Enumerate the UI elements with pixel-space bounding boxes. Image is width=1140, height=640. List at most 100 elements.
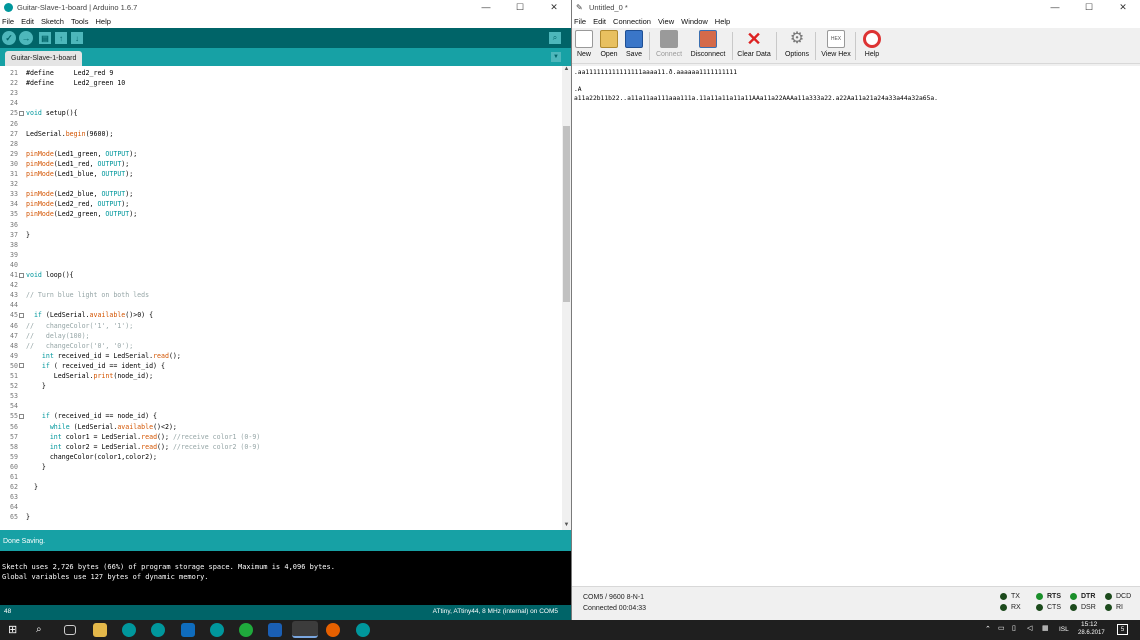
maximize-button[interactable]: ☐ bbox=[503, 0, 537, 14]
code-line[interactable]: 53 bbox=[0, 391, 26, 401]
windows-start-icon[interactable]: ⊞ bbox=[8, 623, 22, 637]
outlook-icon[interactable] bbox=[181, 623, 195, 637]
code-line[interactable]: 57 int color1 = LedSerial.read(); //rece… bbox=[0, 432, 260, 442]
sketch-tab[interactable]: Guitar-Slave-1-board bbox=[5, 51, 83, 66]
code-line[interactable]: 33 pinMode(Led2_blue, OUTPUT); bbox=[0, 189, 133, 199]
keyboard-icon[interactable]: ▦ bbox=[1042, 624, 1049, 632]
save-sketch-button[interactable]: ↓ bbox=[71, 32, 83, 44]
view-hex-button[interactable]: HEX View Hex bbox=[820, 30, 852, 58]
code-line[interactable]: 38 bbox=[0, 240, 26, 250]
code-editor[interactable]: 21 #define Led2_red 9 22 #define Led2_green… bbox=[0, 66, 571, 530]
coolterm-taskbar-icon[interactable] bbox=[292, 621, 318, 638]
coolterm-titlebar[interactable]: ✎ Untitled_0 * — ☐ ✕ bbox=[572, 0, 1140, 14]
code-line[interactable]: 50 if ( received_id == ident_id) { bbox=[0, 361, 165, 371]
terminal-output[interactable]: .aa111111111111111aaaa11.ð.aaaaaa1111111… bbox=[572, 66, 1140, 586]
code-line[interactable]: 42 bbox=[0, 280, 26, 290]
app-icon[interactable] bbox=[268, 623, 282, 637]
file-explorer-icon[interactable] bbox=[93, 623, 107, 637]
hangouts-icon[interactable] bbox=[239, 623, 253, 637]
code-line[interactable]: 56 while (LedSerial.available()<2); bbox=[0, 422, 177, 432]
code-line[interactable]: 58 int color2 = LedSerial.read(); //rece… bbox=[0, 442, 260, 452]
code-line[interactable]: 35 pinMode(Led2_green, OUTPUT); bbox=[0, 209, 137, 219]
code-line[interactable]: 37} bbox=[0, 230, 30, 240]
scroll-up-arrow[interactable]: ▲ bbox=[563, 66, 570, 74]
editor-scrollbar[interactable]: ▲ ▼ bbox=[562, 66, 571, 530]
arduino-taskbar-icon[interactable] bbox=[210, 623, 224, 637]
menu-edit[interactable]: Edit bbox=[21, 17, 38, 26]
menu-connection[interactable]: Connection bbox=[613, 17, 655, 26]
rts-indicator[interactable]: RTS bbox=[1036, 593, 1061, 600]
clear-data-button[interactable]: ✕ Clear Data bbox=[736, 30, 772, 58]
code-line[interactable]: 26 bbox=[0, 119, 26, 129]
code-line[interactable]: 29 pinMode(Led1_green, OUTPUT); bbox=[0, 149, 137, 159]
save-button[interactable]: Save bbox=[624, 30, 644, 58]
search-icon[interactable]: ⌕ bbox=[36, 623, 50, 637]
connect-button[interactable]: Connect bbox=[654, 30, 684, 58]
task-view-icon[interactable] bbox=[64, 625, 76, 635]
minimize-button[interactable]: — bbox=[469, 0, 503, 14]
arduino-taskbar-icon[interactable] bbox=[122, 623, 136, 637]
code-line[interactable]: 62 } bbox=[0, 482, 38, 492]
options-button[interactable]: ⚙ Options bbox=[782, 30, 812, 58]
code-line[interactable]: 40 bbox=[0, 260, 26, 270]
maximize-button[interactable]: ☐ bbox=[1072, 0, 1106, 14]
code-line[interactable]: 30 pinMode(Led1_red, OUTPUT); bbox=[0, 159, 129, 169]
menu-edit[interactable]: Edit bbox=[593, 17, 610, 26]
upload-button[interactable]: → bbox=[19, 31, 33, 45]
firefox-icon[interactable] bbox=[326, 623, 340, 637]
menu-file[interactable]: File bbox=[2, 17, 18, 26]
code-line[interactable]: 52 } bbox=[0, 381, 46, 391]
menu-tools[interactable]: Tools bbox=[71, 17, 93, 26]
fold-toggle-icon[interactable] bbox=[19, 413, 24, 419]
new-button[interactable]: New bbox=[574, 30, 594, 58]
code-line[interactable]: 65} bbox=[0, 512, 30, 522]
open-sketch-button[interactable]: ↑ bbox=[55, 32, 67, 44]
menu-window[interactable]: Window bbox=[681, 17, 712, 26]
code-line[interactable]: 28 bbox=[0, 139, 26, 149]
fold-toggle-icon[interactable] bbox=[19, 312, 24, 318]
arduino-titlebar[interactable]: Guitar-Slave-1-board | Arduino 1.6.7 — ☐… bbox=[0, 0, 571, 14]
disconnect-button[interactable]: Disconnect bbox=[688, 30, 728, 58]
fold-toggle-icon[interactable] bbox=[19, 110, 24, 116]
tab-menu-button[interactable]: ▼ bbox=[551, 52, 561, 62]
open-button[interactable]: Open bbox=[597, 30, 621, 58]
clock-time[interactable]: 15:12 bbox=[1081, 621, 1097, 628]
code-line[interactable]: 54 bbox=[0, 401, 26, 411]
code-line[interactable]: 25 void setup(){ bbox=[0, 108, 78, 118]
code-line[interactable]: 36 bbox=[0, 220, 26, 230]
menu-file[interactable]: File bbox=[574, 17, 590, 26]
notification-center-icon[interactable]: 5 bbox=[1117, 624, 1128, 635]
menu-help[interactable]: Help bbox=[95, 17, 114, 26]
scroll-down-arrow[interactable]: ▼ bbox=[563, 522, 570, 530]
menu-sketch[interactable]: Sketch bbox=[41, 17, 68, 26]
code-line[interactable]: 59 changeColor(color1,color2); bbox=[0, 452, 157, 462]
code-line[interactable]: 44 bbox=[0, 300, 26, 310]
code-line[interactable]: 60 } bbox=[0, 462, 46, 472]
clock-date[interactable]: 28.6.2017 bbox=[1078, 630, 1105, 636]
code-line[interactable]: 27 LedSerial.begin(9600); bbox=[0, 129, 113, 139]
fold-toggle-icon[interactable] bbox=[19, 363, 24, 369]
code-line[interactable]: 46 // changeColor('1', '1'); bbox=[0, 321, 133, 331]
volume-icon[interactable]: ◁ bbox=[1027, 624, 1032, 632]
code-line[interactable]: 32 bbox=[0, 179, 26, 189]
code-line[interactable]: 43 // Turn blue light on both leds bbox=[0, 290, 149, 300]
code-line[interactable]: 63 bbox=[0, 492, 26, 502]
menu-view[interactable]: View bbox=[658, 17, 678, 26]
code-line[interactable]: 61 bbox=[0, 472, 26, 482]
arduino-taskbar-icon[interactable] bbox=[151, 623, 165, 637]
code-line[interactable]: 21 #define Led2_red 9 bbox=[0, 68, 113, 78]
code-line[interactable]: 39 bbox=[0, 250, 26, 260]
code-line[interactable]: 49 int received_id = LedSerial.read(); bbox=[0, 351, 181, 361]
code-line[interactable]: 64 bbox=[0, 502, 26, 512]
close-button[interactable]: ✕ bbox=[1106, 0, 1140, 14]
code-line[interactable]: 47 // delay(100); bbox=[0, 331, 89, 341]
minimize-button[interactable]: — bbox=[1038, 0, 1072, 14]
code-line[interactable]: 24 bbox=[0, 98, 26, 108]
verify-button[interactable]: ✓ bbox=[2, 31, 16, 45]
arduino-taskbar-icon[interactable] bbox=[356, 623, 370, 637]
network-icon[interactable]: ▭ bbox=[998, 624, 1005, 632]
code-line[interactable]: 41 void loop(){ bbox=[0, 270, 74, 280]
code-line[interactable]: 31 pinMode(Led1_blue, OUTPUT); bbox=[0, 169, 133, 179]
menu-help[interactable]: Help bbox=[715, 17, 734, 26]
tray-chevron-icon[interactable]: ⌃ bbox=[985, 625, 991, 633]
